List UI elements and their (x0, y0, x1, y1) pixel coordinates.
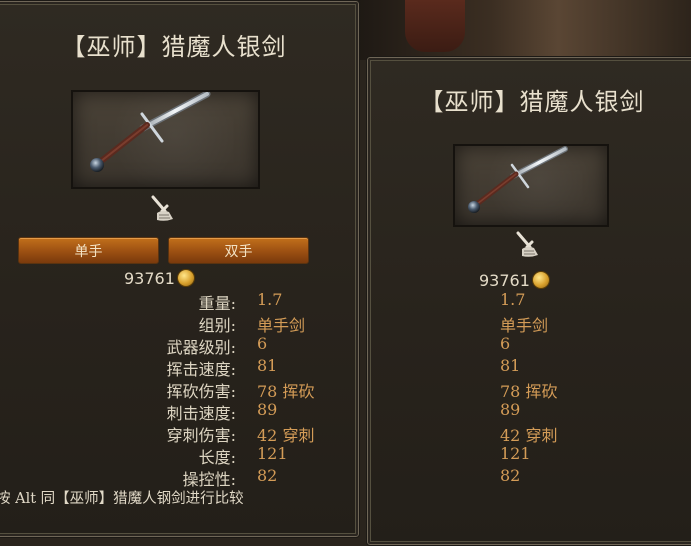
stat-row-handling: 操控性: 82 (0, 466, 360, 489)
stat-value-swing-damage: 78 挥砍 (500, 382, 558, 401)
stat-row-weapon-tier: 武器级别: 6 (0, 334, 360, 357)
stat-label: 挥击速度: (166, 360, 236, 379)
stat-value: 单手剑 (257, 316, 306, 335)
compare-hint: 按 Alt 同【巫师】猎魔人钢剑进行比较 (0, 491, 244, 507)
item-image-left (71, 90, 260, 189)
price-value-right: 93761 (479, 270, 530, 290)
stat-row-length: 长度: 121 (0, 444, 360, 467)
stat-label: 武器级别: (166, 338, 236, 357)
stat-value-thrust-speed: 89 (500, 400, 521, 419)
stat-value: 42 穿刺 (257, 426, 315, 445)
item-title-left: 【巫师】猎魔人银剑 (61, 33, 287, 61)
stat-value-weapon-tier: 6 (500, 334, 511, 353)
stat-value-handling: 82 (500, 466, 521, 485)
stat-value-thrust-damage: 42 穿刺 (500, 426, 558, 445)
stat-value: 1.7 (257, 290, 283, 309)
stat-value: 82 (257, 466, 278, 485)
stat-value-weight: 1.7 (500, 290, 526, 309)
stat-row-thrust-damage: 穿刺伤害: 42 穿刺 (0, 422, 360, 445)
one-handed-sword-type-icon (516, 231, 538, 257)
stat-row-group: 组别: 单手剑 (0, 312, 360, 335)
stat-value-length: 121 (500, 444, 531, 463)
stat-row-swing-speed: 挥击速度: 81 (0, 356, 360, 379)
stat-row-swing-damage: 挥砍伤害: 78 挥砍 (0, 378, 360, 401)
gold-coin-icon (532, 272, 549, 288)
stats-list-left: 重量: 1.7 组别: 单手剑 武器级别: 6 挥击速度: 81 挥砍伤害: 7… (0, 290, 360, 489)
background-character-strap (405, 0, 465, 52)
silver-sword-image (90, 92, 211, 172)
item-title-right: 【巫师】猎魔人银剑 (419, 88, 645, 116)
two-handed-mode-button[interactable]: 双手 (168, 237, 309, 264)
stat-label: 重量: (198, 294, 236, 313)
stat-row-thrust-speed: 刺击速度: 89 (0, 400, 360, 423)
stat-value-group: 单手剑 (500, 316, 549, 335)
silver-sword-image (468, 146, 568, 213)
stat-value: 6 (257, 334, 268, 353)
item-image-right (453, 144, 609, 227)
one-handed-mode-button[interactable]: 单手 (18, 237, 159, 264)
stat-label: 挥砍伤害: (166, 382, 236, 401)
price-display-left: 93761 (124, 268, 194, 288)
stat-value: 81 (257, 356, 278, 375)
stats-list-right: 1.7 单手剑 6 81 78 挥砍 89 42 穿刺 121 82 (500, 290, 680, 488)
stat-label: 长度: (198, 448, 236, 467)
stat-label: 刺击速度: (166, 404, 236, 423)
stat-label: 组别: (198, 316, 236, 335)
stat-value: 89 (257, 400, 278, 419)
price-display-right: 93761 (479, 270, 549, 290)
price-value-left: 93761 (124, 268, 175, 288)
one-handed-sword-type-icon (151, 195, 173, 221)
stat-row-weight: 重量: 1.7 (0, 290, 360, 313)
stat-label: 穿刺伤害: (166, 426, 236, 445)
gold-coin-icon (177, 270, 194, 286)
stat-value-swing-speed: 81 (500, 356, 521, 375)
stat-value: 121 (257, 444, 288, 463)
stat-value: 78 挥砍 (257, 382, 315, 401)
